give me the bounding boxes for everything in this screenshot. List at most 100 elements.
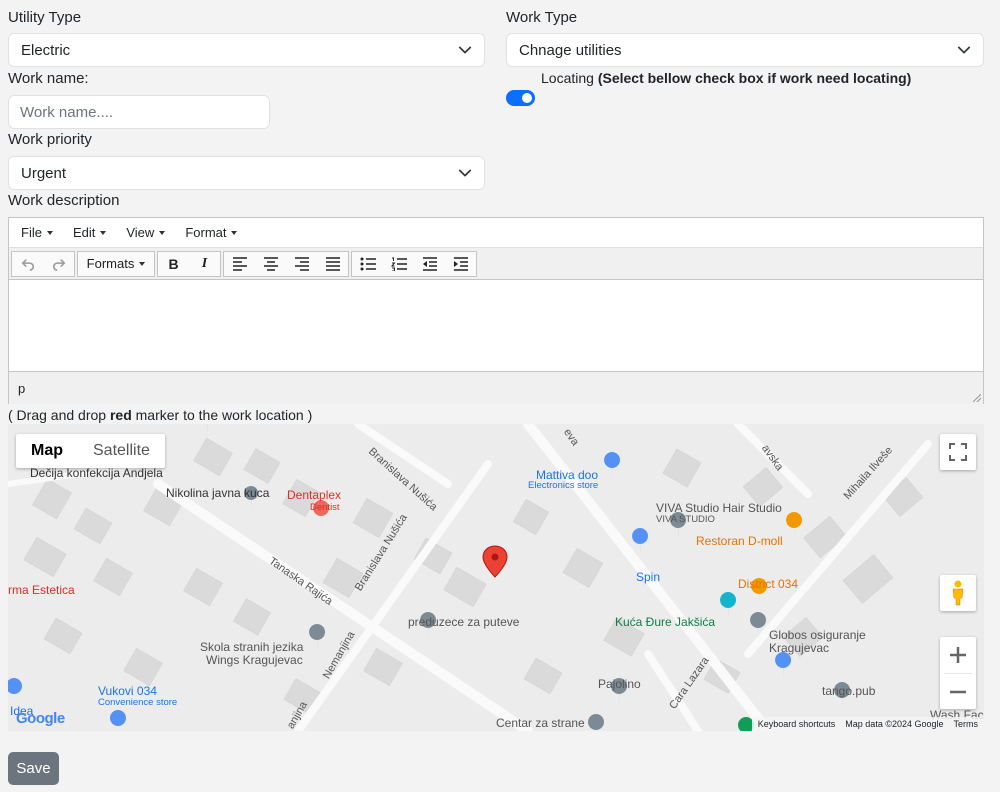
poi-sublabel: Electronics store [528,480,599,491]
poi-label[interactable]: Vukovi 034 [98,684,157,698]
menu-format[interactable]: Format [177,225,245,240]
hint-prefix: ( Drag and drop [8,407,110,423]
map-attribution: Keyboard shortcuts Map data ©2024 Google… [751,717,984,731]
indent-button[interactable] [445,252,476,276]
formats-dropdown[interactable]: Formats [78,252,154,276]
editor-statusbar: p [9,372,983,404]
work-type-label: Work Type [506,9,578,26]
zoom-control [940,637,976,709]
outdent-icon [422,256,437,271]
bullet-list-icon [360,257,376,270]
text-style-group: B I [157,250,221,277]
keyboard-shortcuts-link[interactable]: Keyboard shortcuts [758,719,836,729]
plus-icon [950,647,966,663]
undo-icon [21,258,34,271]
menu-file[interactable]: File [13,225,61,240]
align-center-icon [263,256,278,271]
locating-hint: (Select bellow check box if work need lo… [597,70,912,86]
menu-edit-label: Edit [72,225,96,240]
work-name-placeholder: Work name.... [20,103,114,121]
work-name-input[interactable]: Work name.... [8,95,270,129]
align-group [223,250,349,277]
indent-icon [453,256,468,271]
zoom-in-button[interactable] [949,637,967,673]
caret-icon [100,230,107,235]
poi-label[interactable]: Centar za strane [496,716,585,730]
editor-content-area[interactable] [9,280,983,372]
redo-button[interactable] [43,252,74,276]
utility-type-value: Electric [21,41,71,59]
poi-label: Kragujevac [769,641,830,655]
numbered-list-icon [390,257,407,271]
toggle-knob [522,93,532,103]
poi-label[interactable]: Dečija konfekcija Andjela [30,466,163,480]
editor-toolbar: Formats B I [9,248,983,280]
numbered-list-button[interactable] [383,252,414,276]
menu-view-label: View [126,225,155,240]
poi-label[interactable]: Skola stranih jezika [200,640,303,654]
align-left-icon [232,256,247,271]
google-logo-text: Google [16,710,65,727]
locating-toggle[interactable] [506,90,535,106]
menu-edit[interactable]: Edit [65,225,114,240]
align-center-button[interactable] [255,252,286,276]
poi-label[interactable]: Nikolina javna kuca [166,486,269,500]
poi-label[interactable]: Globos osiguranje [769,628,866,642]
location-map[interactable]: Dečija konfekcija Andjela Nikolina javna… [8,424,984,731]
element-path[interactable]: p [18,381,25,396]
resize-handle-icon[interactable] [973,394,981,402]
align-left-button[interactable] [224,252,255,276]
fullscreen-icon [949,443,967,461]
align-right-icon [294,256,309,271]
pegman-icon [952,580,964,606]
fullscreen-button[interactable] [940,434,976,470]
undo-button[interactable] [12,252,43,276]
menu-view[interactable]: View [118,225,173,240]
bold-button[interactable]: B [158,252,189,276]
poi-label[interactable]: District 034 [738,577,798,591]
hint-bold: red [109,407,132,423]
poi-label[interactable]: VIVA Studio Hair Studio [656,501,782,515]
align-justify-button[interactable] [317,252,348,276]
save-button[interactable]: Save [8,752,59,785]
menu-format-label: Format [185,225,227,240]
poi-sublabel: VIVA STUDIO [656,514,715,525]
poi-label[interactable]: Pajolino [598,677,641,691]
terms-link[interactable]: Terms [954,719,979,729]
chevron-down-icon [458,46,472,54]
work-type-select[interactable]: Chnage utilities [506,33,984,67]
map-type-satellite-button[interactable]: Satellite [78,434,165,468]
caret-icon [139,261,146,266]
google-logo: Google [16,710,65,727]
poi-label[interactable]: Spin [636,570,660,584]
poi-label[interactable]: Restoran D-moll [696,534,783,548]
poi-label[interactable]: preduzece za puteve [408,615,519,629]
map-type-map-button[interactable]: Map [16,434,78,468]
bullet-list-button[interactable] [352,252,383,276]
locating-label-text: Locating [541,70,598,86]
align-justify-icon [325,256,340,271]
poi-sublabel: Convenience store [98,697,178,708]
work-priority-select[interactable]: Urgent [8,156,485,190]
chevron-down-icon [957,46,971,54]
utility-type-select[interactable]: Electric [8,33,485,67]
poi-label[interactable]: Dentaplex [287,488,341,502]
street-view-pegman[interactable] [940,575,976,611]
zoom-out-button[interactable] [944,673,972,709]
outdent-button[interactable] [414,252,445,276]
poi-label[interactable]: tango.pub [822,684,875,698]
formats-group: Formats [77,250,155,277]
caret-icon [159,230,166,235]
hint-suffix: marker to the work location ) [131,407,313,423]
redo-icon [52,258,65,271]
locating-label: Locating (Select bellow check box if wor… [541,70,911,86]
align-right-button[interactable] [286,252,317,276]
utility-type-label: Utility Type [8,9,82,26]
caret-icon [231,230,238,235]
work-description-label: Work description [8,192,120,209]
history-group [11,250,75,277]
poi-label[interactable]: Kuća Đure Jakšića [615,615,715,629]
poi-label[interactable]: rma Estetica [8,583,75,597]
work-priority-value: Urgent [21,164,67,182]
italic-button[interactable]: I [189,252,220,276]
